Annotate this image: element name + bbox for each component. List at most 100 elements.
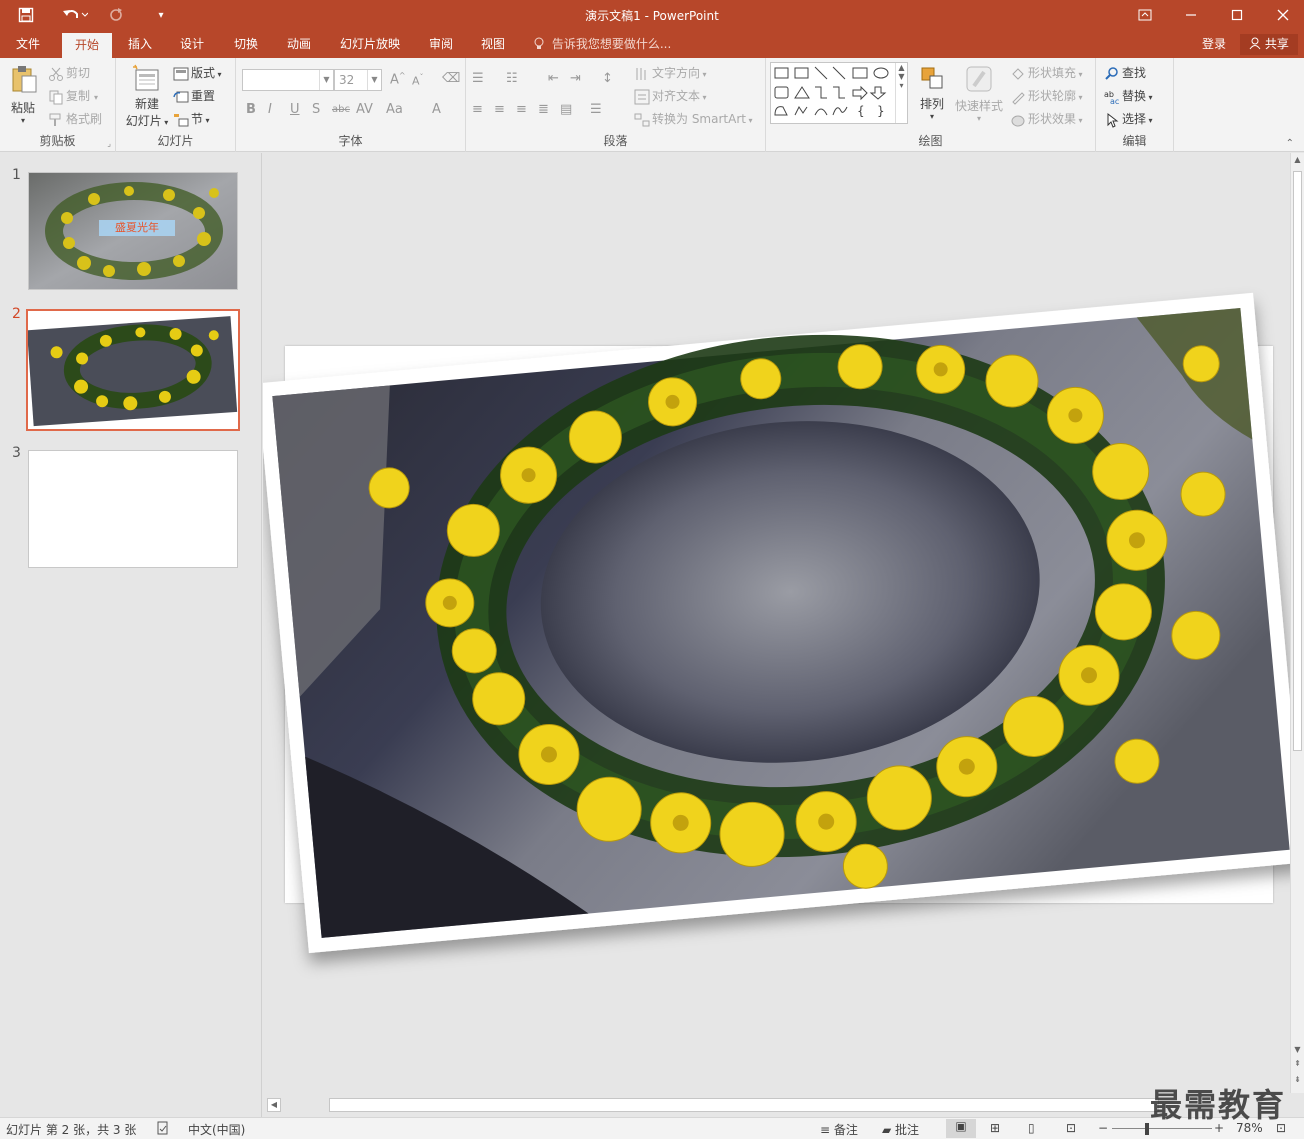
quick-styles-button[interactable]: 快速样式 ▾ [954,64,1004,123]
align-right-icon[interactable]: ≡ [516,102,527,117]
next-slide-icon[interactable]: ⇟ [1291,1075,1304,1084]
italic-icon[interactable]: I [268,102,272,117]
dialog-launcher-icon[interactable]: ⌟ [107,139,111,148]
font-name-combo[interactable]: ▼ [242,69,334,91]
tab-file[interactable]: 文件 [4,30,52,58]
tab-home[interactable]: 开始 [62,33,112,58]
drawing-group-label: 绘图 [918,134,943,148]
shapes-gallery[interactable]: {} ▲ ▼ ▾ [770,62,908,124]
underline-icon[interactable]: U [290,102,300,117]
person-icon [1249,37,1265,51]
select-button[interactable]: 选择 ▾ [1104,110,1153,128]
align-left-icon[interactable]: ≡ [472,102,483,117]
arrange-button[interactable]: 排列 ▾ [914,64,950,121]
layout-button[interactable]: 版式 ▾ [173,64,222,82]
tab-slideshow[interactable]: 幻灯片放映 [332,30,408,58]
shape-fill-button[interactable]: 形状填充 ▾ [1010,64,1083,82]
tab-insert[interactable]: 插入 [116,30,164,58]
ribbon-display-icon[interactable] [1122,0,1168,30]
share-button[interactable]: 共享 [1240,34,1298,55]
convert-smartart-button[interactable]: 转换为 SmartArt ▾ [634,110,753,128]
collapse-ribbon-icon[interactable]: ⌃ [1286,138,1294,149]
font-color-icon[interactable]: A [432,102,441,117]
scroll-down-icon[interactable]: ▼ [1291,1045,1304,1054]
line-spacing-icon[interactable]: ↕ [602,71,613,86]
scroll-up-icon[interactable]: ▲ [1291,155,1304,164]
scroll-thumb[interactable] [1293,171,1302,751]
shape-effects-button[interactable]: 形状效果 ▾ [1010,110,1083,128]
chevron-down-icon: ▼ [367,70,381,90]
previous-slide-icon[interactable]: ⇞ [1291,1059,1304,1068]
font-size-combo[interactable]: 32 ▼ [334,69,382,91]
format-painter-button[interactable]: 格式刷 [48,110,102,128]
reset-button[interactable]: 重置 [173,87,215,105]
bold-icon[interactable]: B [246,102,256,117]
title-bar: ▾ 演示文稿1 - PowerPoint [0,0,1304,30]
align-text-button[interactable]: 对齐文本 ▾ [634,87,707,105]
text-shadow-icon[interactable]: S [312,102,320,117]
reading-view-icon[interactable]: ▯ [1028,1121,1035,1135]
tilted-flower-photo[interactable] [263,153,1290,1093]
decrease-indent-icon[interactable]: ⇤ [548,71,559,86]
bullets-icon[interactable]: ☰ [472,71,484,86]
tab-animations[interactable]: 动画 [275,30,323,58]
increase-indent-icon[interactable]: ⇥ [570,71,581,86]
horizontal-scrollbar[interactable]: ◀ [263,1093,1290,1117]
slideshow-view-icon[interactable]: ⊡ [1066,1121,1076,1135]
tab-transitions[interactable]: 切换 [222,30,270,58]
grow-font-icon[interactable]: A^ [390,71,406,87]
tab-review[interactable]: 审阅 [418,30,464,58]
scroll-left-icon[interactable]: ◀ [267,1098,281,1112]
font-size-value: 32 [339,73,355,87]
normal-view-icon[interactable]: ▣ [946,1119,976,1138]
new-slide-button[interactable]: 新建 幻灯片 ▾ [122,64,172,129]
zoom-out-icon[interactable]: − [1098,1121,1108,1135]
pencil-icon [1010,89,1026,105]
zoom-slider[interactable] [1112,1128,1212,1129]
copy-button[interactable]: 复制 ▾ [48,87,98,105]
slide-thumbnail-2[interactable] [26,309,240,431]
slide-thumbnail-3[interactable] [28,450,238,568]
lightbulb-icon [534,37,548,51]
find-button[interactable]: 查找 [1104,64,1146,82]
shape-outline-button[interactable]: 形状轮廓 ▾ [1010,87,1083,105]
reset-icon [173,89,189,105]
tell-me-box[interactable]: 告诉我您想要做什么... [534,30,671,58]
gallery-scroll[interactable]: ▲ ▼ ▾ [895,63,907,123]
cut-button[interactable]: 剪切 [48,64,90,82]
maximize-icon[interactable] [1214,0,1260,30]
justify-icon[interactable]: ≣ [538,102,549,117]
replace-button[interactable]: ab ac 替换 ▾ [1104,87,1153,106]
clear-formatting-icon[interactable]: ⌫ [442,71,460,86]
distributed-icon[interactable]: ▤ [560,102,572,117]
tab-view[interactable]: 视图 [470,30,516,58]
notes-button[interactable]: ≡ 备注 [820,1121,858,1138]
slide-thumbnail-1[interactable]: 盛夏光年 [28,172,238,290]
vertical-scrollbar[interactable]: ▲ ▼ ⇞ ⇟ [1290,153,1304,1093]
slide-sorter-icon[interactable]: ⊞ [990,1121,1000,1135]
numbering-icon[interactable]: ☷ [506,71,518,86]
hscroll-thumb[interactable] [329,1098,1159,1112]
align-center-icon[interactable]: ≡ [494,102,505,117]
strikethrough-icon[interactable]: abc [332,104,350,115]
change-case-icon[interactable]: Aa [386,102,403,117]
zoom-slider-thumb[interactable] [1145,1123,1149,1135]
comments-button[interactable]: ▰ 批注 [882,1121,919,1138]
font-group-label: 字体 [338,134,363,148]
text-direction-button[interactable]: 文字方向 ▾ [634,64,707,82]
shrink-font-icon[interactable]: Aˇ [412,73,424,88]
close-icon[interactable] [1260,0,1304,30]
paste-button[interactable]: 粘贴 ▾ [8,64,38,125]
tab-design[interactable]: 设计 [168,30,216,58]
align-text-label: 对齐文本 [652,89,701,103]
language-indicator[interactable]: 中文(中国) [188,1121,245,1138]
minimize-icon[interactable] [1168,0,1214,30]
slide-number: 2 [12,306,21,322]
char-spacing-icon[interactable]: AV [356,102,373,117]
comments-label: 批注 [895,1123,920,1137]
copy-label: 复制 [66,89,91,103]
spell-check-icon[interactable] [156,1121,170,1138]
login-link[interactable]: 登录 [1202,30,1226,58]
columns-icon[interactable]: ☰ [590,102,602,117]
section-button[interactable]: 节 ▾ [173,110,210,128]
